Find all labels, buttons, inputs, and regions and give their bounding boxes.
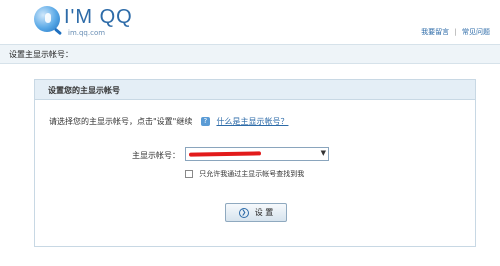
help-icon[interactable]: ?	[200, 117, 210, 126]
search-permission-label: 只允许我通过主显示帐号查找到我	[199, 170, 305, 178]
logo-text: I'M QQ	[64, 6, 133, 28]
arrow-circle-icon: ❯	[238, 207, 249, 218]
panel-title: 设置您的主显示帐号	[48, 86, 120, 95]
top-links: 我要留言 | 常见问题	[418, 27, 490, 37]
redacted-account-value	[188, 151, 262, 157]
faq-link[interactable]: 常见问题	[462, 28, 490, 36]
search-permission-checkbox[interactable]	[185, 170, 193, 178]
set-button-label: 设 置	[254, 208, 274, 217]
link-separator: |	[454, 28, 457, 36]
section-title-bar: 设置主显示帐号：	[0, 44, 500, 64]
main-account-label: 主显示帐号：	[132, 151, 180, 160]
logo-subtitle: im.qq.com	[68, 29, 106, 37]
chevron-down-icon[interactable]: ▼	[321, 149, 326, 157]
set-button[interactable]: ❯ 设 置	[225, 203, 287, 222]
header: I'M QQ im.qq.com 我要留言 | 常见问题	[0, 0, 500, 40]
settings-panel: 设置您的主显示帐号 请选择您的主显示帐号，点击"设置"继续 ? 什么是主显示帐号…	[34, 79, 476, 247]
section-title: 设置主显示帐号：	[9, 50, 73, 59]
instruction-text: 请选择您的主显示帐号，点击"设置"继续 ? 什么是主显示帐号？	[49, 116, 288, 127]
qq-logo-icon	[34, 6, 60, 32]
panel-header: 设置您的主显示帐号	[35, 80, 475, 100]
main-account-select[interactable]: ▼	[185, 147, 329, 161]
leave-message-link[interactable]: 我要留言	[421, 28, 449, 36]
search-permission-row: 只允许我通过主显示帐号查找到我	[185, 169, 304, 179]
help-link[interactable]: 什么是主显示帐号？	[216, 117, 288, 126]
instruction-label: 请选择您的主显示帐号，点击"设置"继续	[49, 117, 193, 126]
